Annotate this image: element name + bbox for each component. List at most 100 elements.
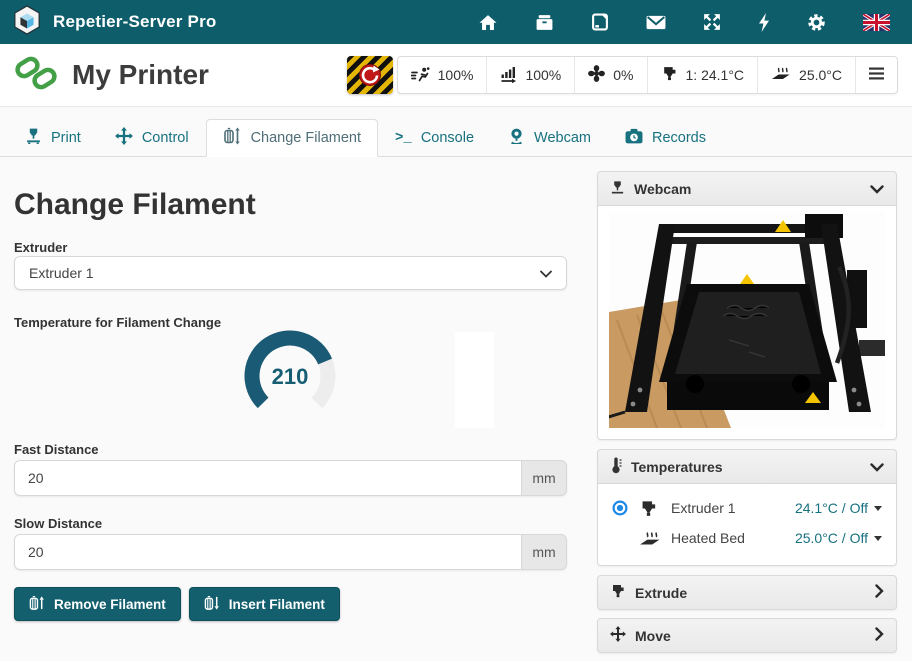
webcam-panel-icon xyxy=(610,180,625,198)
language-flag-uk-icon[interactable] xyxy=(863,14,890,31)
console-icon: >_ xyxy=(395,130,412,146)
speed-value: 100% xyxy=(438,67,474,83)
chevron-down-icon xyxy=(540,265,552,281)
brand-title: Repetier-Server Pro xyxy=(53,12,216,32)
slow-distance-label: Slow Distance xyxy=(14,516,102,531)
printer-status-area: 100% 100% 0% xyxy=(347,56,898,94)
flow-value: 100% xyxy=(525,67,561,83)
tab-webcam[interactable]: Webcam xyxy=(491,119,608,156)
printer-header: My Printer 100% xyxy=(0,44,912,107)
temperature-gauge[interactable]: 210 xyxy=(236,326,344,426)
fullscreen-icon[interactable] xyxy=(703,13,721,31)
tab-control-label: Control xyxy=(142,130,189,146)
bed-temp-name: Heated Bed xyxy=(671,530,745,546)
caret-down-icon xyxy=(874,536,882,541)
top-navbar: Repetier-Server Pro xyxy=(0,0,912,44)
flow-status[interactable]: 100% xyxy=(487,57,575,93)
webcam-panel-body xyxy=(597,206,897,440)
printer-title: My Printer xyxy=(72,59,209,91)
extruder-temp-name: Extruder 1 xyxy=(671,500,736,516)
tab-records[interactable]: Records xyxy=(608,119,723,156)
bed-temp-status[interactable]: 25.0°C xyxy=(758,57,856,93)
chevron-down-icon xyxy=(870,459,884,475)
speed-status[interactable]: 100% xyxy=(398,57,488,93)
fast-distance-input[interactable] xyxy=(14,460,521,496)
fast-distance-unit: mm xyxy=(521,460,567,496)
extruder-temp-setting[interactable]: 24.1°C / Off xyxy=(795,500,882,516)
filament-up-icon xyxy=(29,595,45,614)
flow-bars-icon xyxy=(500,65,517,86)
chevron-right-icon xyxy=(875,584,884,601)
tab-console-label: Console xyxy=(421,130,474,146)
webcam-panel-header[interactable]: Webcam xyxy=(597,171,897,206)
tab-change-filament[interactable]: Change Filament xyxy=(206,119,378,157)
extrude-panel-title: Extrude xyxy=(635,585,687,601)
extruder-temp-row: Extruder 1 24.1°C / Off xyxy=(612,493,882,523)
app-screen: Repetier-Server Pro xyxy=(0,0,912,661)
settings-gear-icon[interactable] xyxy=(807,13,826,32)
extruder-nozzle-icon xyxy=(639,499,671,518)
extruder-select-value: Extruder 1 xyxy=(29,265,94,281)
insert-filament-button[interactable]: Insert Filament xyxy=(189,587,340,621)
gauge-value: 210 xyxy=(272,364,309,389)
tab-print[interactable]: Print xyxy=(8,119,98,156)
bed-temp-setting[interactable]: 25.0°C / Off xyxy=(795,530,882,546)
extrude-panel-header[interactable]: Extrude xyxy=(597,575,897,610)
webcam-panel-title: Webcam xyxy=(634,181,691,197)
extruder-nozzle-icon xyxy=(661,65,678,85)
manual-icon[interactable] xyxy=(591,13,609,31)
main-content: Change Filament Extruder Extruder 1 Temp… xyxy=(0,157,597,661)
remove-filament-label: Remove Filament xyxy=(54,597,166,612)
extruder-temp-value: 1: 24.1°C xyxy=(686,67,745,83)
printer-box-icon[interactable] xyxy=(535,14,554,31)
extruder-temp-status[interactable]: 1: 24.1°C xyxy=(648,57,759,93)
bed-temp-row: Heated Bed 25.0°C / Off xyxy=(612,523,882,553)
hamburger-menu-icon xyxy=(869,67,884,83)
tab-print-label: Print xyxy=(51,130,81,146)
page-title: Change Filament xyxy=(14,188,256,222)
repetier-logo-icon xyxy=(12,4,42,41)
heated-bed-icon xyxy=(771,65,791,85)
fast-distance-label: Fast Distance xyxy=(14,442,99,457)
extrude-nozzle-icon xyxy=(610,583,626,602)
brand[interactable]: Repetier-Server Pro xyxy=(12,4,216,41)
emergency-stop-button[interactable] xyxy=(347,56,393,94)
records-camera-icon xyxy=(625,128,643,148)
extruder-label: Extruder xyxy=(14,240,67,255)
webcam-stream-image[interactable] xyxy=(609,212,885,433)
slow-distance-group: mm xyxy=(14,534,567,570)
move-arrows-icon xyxy=(610,626,626,645)
gauge-value-box[interactable] xyxy=(455,332,494,428)
printer-status-bar: 100% 100% 0% xyxy=(397,56,898,94)
home-icon[interactable] xyxy=(478,14,498,31)
remove-filament-button[interactable]: Remove Filament xyxy=(14,587,181,621)
tab-console[interactable]: >_ Console xyxy=(378,119,491,156)
chevron-down-icon xyxy=(870,181,884,197)
tab-records-label: Records xyxy=(652,130,706,146)
filament-down-icon xyxy=(204,595,220,614)
extruder-select[interactable]: Extruder 1 xyxy=(14,256,567,290)
fan-status[interactable]: 0% xyxy=(575,57,647,93)
extruder-temp-reading: 24.1°C / Off xyxy=(795,500,868,516)
tab-control[interactable]: Control xyxy=(98,119,206,156)
speed-runner-icon xyxy=(411,66,430,85)
chevron-right-icon xyxy=(875,627,884,644)
temperatures-panel-body: Extruder 1 24.1°C / Off Heated Bed 25.0°… xyxy=(597,484,897,566)
bed-temp-reading: 25.0°C / Off xyxy=(795,530,868,546)
caret-down-icon xyxy=(874,506,882,511)
quick-actions-icon[interactable] xyxy=(758,13,770,32)
extruder-selected-radio-icon[interactable] xyxy=(612,500,639,516)
messages-icon[interactable] xyxy=(646,15,666,30)
move-panel-header[interactable]: Move xyxy=(597,618,897,653)
printer-menu-button[interactable] xyxy=(856,57,897,93)
slow-distance-input[interactable] xyxy=(14,534,521,570)
temperatures-panel-title: Temperatures xyxy=(631,459,723,475)
move-arrows-icon xyxy=(115,127,133,149)
fan-icon xyxy=(588,65,605,85)
move-panel-title: Move xyxy=(635,628,671,644)
filament-change-icon xyxy=(223,127,242,149)
connected-chain-icon xyxy=(14,53,58,98)
slow-distance-unit: mm xyxy=(521,534,567,570)
temperatures-panel-header[interactable]: Temperatures xyxy=(597,449,897,484)
navbar-icons xyxy=(478,13,890,32)
